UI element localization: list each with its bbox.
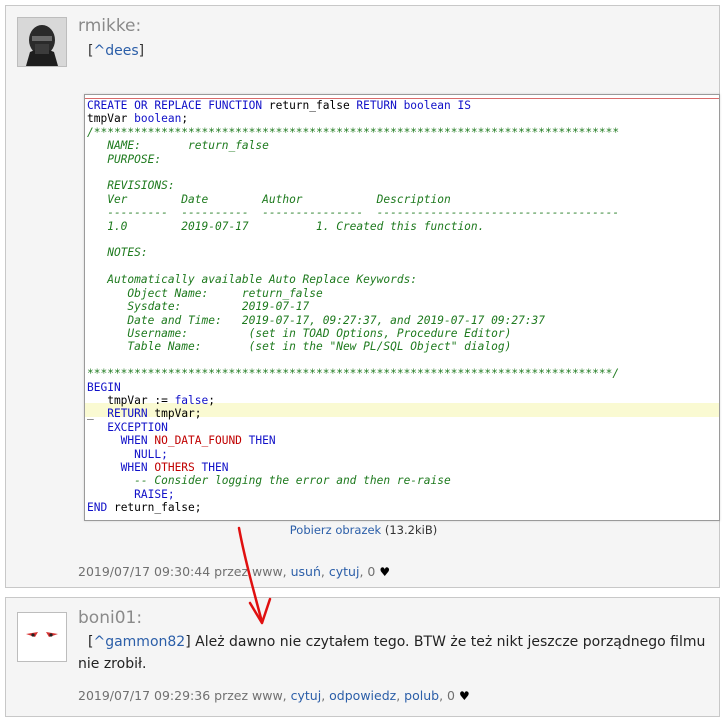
code-keyword: CREATE OR REPLACE FUNCTION bbox=[87, 99, 263, 112]
code-semicolon: ; bbox=[208, 393, 215, 407]
reply-bracket-close: ] bbox=[138, 43, 145, 59]
like-link[interactable]: polub bbox=[404, 688, 439, 703]
plsql-code: CREATE OR REPLACE FUNCTION return_false … bbox=[87, 99, 619, 515]
code-no-data-found: NO_DATA_FOUND bbox=[154, 434, 242, 448]
code-then: THEN bbox=[241, 434, 276, 448]
code-when: WHEN bbox=[87, 434, 155, 448]
code-assign: tmpVar := bbox=[87, 393, 175, 407]
avatar-boni01[interactable] bbox=[17, 612, 67, 662]
code-comment-block: /***************************************… bbox=[87, 125, 620, 381]
comment-boni01: boni01: [^gammon82] Ależ dawno nie czyta… bbox=[5, 597, 720, 717]
code-when: WHEN bbox=[87, 460, 155, 474]
code-var: tmpVar bbox=[87, 112, 135, 126]
comment-meta: 2019/07/17 09:29:36 przez www, cytuj, od… bbox=[78, 688, 470, 703]
quote-link[interactable]: cytuj bbox=[291, 688, 322, 703]
code-screenshot-image[interactable]: CREATE OR REPLACE FUNCTION return_false … bbox=[84, 94, 720, 521]
code-comment-line: -- Consider logging the error and then r… bbox=[87, 474, 451, 488]
image-size: (13.2kiB) bbox=[384, 523, 438, 537]
download-image-link[interactable]: Pobierz obrazek bbox=[290, 523, 381, 537]
code-raise: RAISE; bbox=[87, 487, 175, 501]
reply-action-link[interactable]: odpowiedz bbox=[329, 688, 396, 703]
avatar-rmikke[interactable] bbox=[17, 17, 67, 67]
image-download: Pobierz obrazek (13.2kiB) bbox=[0, 523, 727, 537]
comment-body: [^gammon82] Ależ dawno nie czytałem tego… bbox=[78, 631, 708, 675]
code-exception: EXCEPTION bbox=[87, 420, 168, 434]
heart-icon[interactable]: ♥ bbox=[379, 565, 390, 579]
quote-link[interactable]: cytuj bbox=[329, 564, 360, 579]
comment-meta: 2019/07/17 09:30:44 przez www, usuń, cyt… bbox=[78, 564, 391, 579]
code-others: OTHERS bbox=[154, 460, 195, 474]
code-end-rest: return_false; bbox=[107, 501, 202, 515]
heart-icon[interactable]: ♥ bbox=[459, 689, 470, 703]
delete-link[interactable]: usuń bbox=[291, 564, 321, 579]
comment-timestamp: 2019/07/17 09:30:44 przez www, bbox=[78, 564, 287, 579]
reply-reference: [^dees] bbox=[88, 40, 144, 62]
code-type: boolean bbox=[134, 112, 182, 126]
comment-author[interactable]: boni01: bbox=[78, 608, 142, 628]
code-function-name: return_false bbox=[262, 99, 357, 112]
code-cursor: _ bbox=[87, 407, 108, 421]
code-semicolon: ; bbox=[181, 112, 189, 126]
vote-count: 0 bbox=[367, 564, 376, 579]
vote-count: 0 bbox=[447, 688, 455, 703]
reply-link[interactable]: ^dees bbox=[93, 43, 138, 59]
avatar-image bbox=[18, 18, 66, 66]
avatar-image bbox=[18, 613, 66, 661]
code-return-rest: tmpVar; bbox=[147, 407, 202, 421]
comment-rmikke: rmikke: [^dees] CREATE OR REPLACE FUNCTI… bbox=[5, 5, 720, 588]
comment-author[interactable]: rmikke: bbox=[78, 16, 141, 36]
code-end: END bbox=[87, 501, 108, 515]
code-then: THEN bbox=[194, 460, 229, 474]
comment-timestamp: 2019/07/17 09:29:36 przez www, bbox=[78, 688, 287, 703]
code-return: RETURN bbox=[107, 407, 148, 421]
reply-bracket-close: ] bbox=[185, 634, 191, 650]
reply-link[interactable]: ^gammon82 bbox=[93, 634, 185, 650]
code-false: false bbox=[174, 393, 209, 407]
code-keyword: RETURN boolean IS bbox=[356, 99, 471, 112]
code-begin: BEGIN bbox=[87, 380, 121, 394]
code-null: NULL; bbox=[87, 447, 168, 461]
